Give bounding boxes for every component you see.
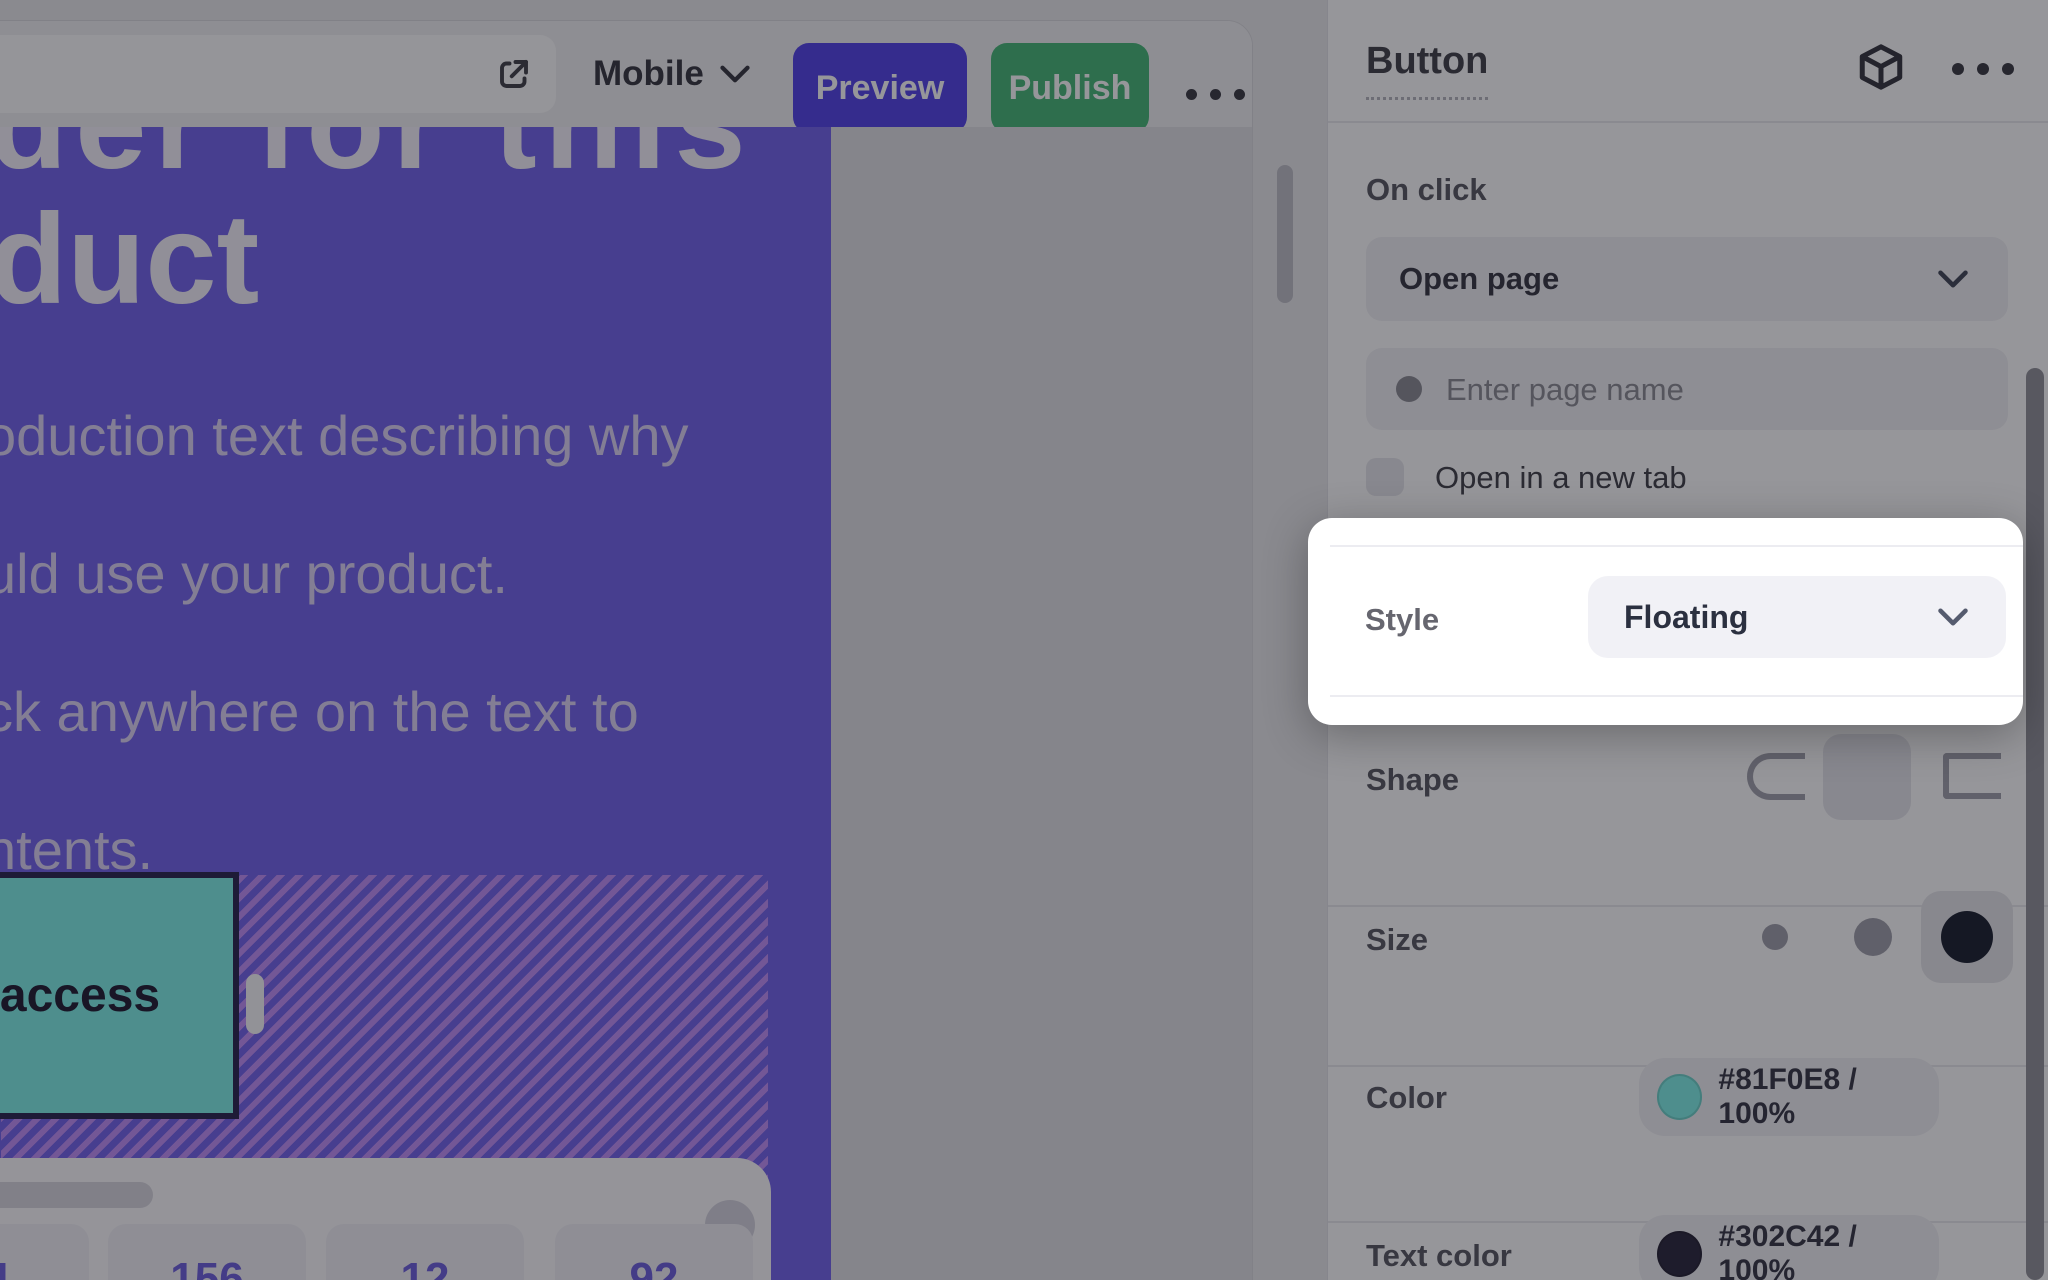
style-select[interactable]: Floating [1588, 576, 2006, 658]
divider [1330, 545, 2023, 547]
divider [1330, 695, 2023, 697]
style-spotlight: Style Floating [1308, 518, 2023, 725]
style-label: Style [1365, 602, 1439, 638]
chevron-down-icon [1938, 608, 1968, 626]
app: Mobile Preview Publish der for this duct… [0, 0, 2048, 1280]
style-value: Floating [1624, 599, 1748, 636]
